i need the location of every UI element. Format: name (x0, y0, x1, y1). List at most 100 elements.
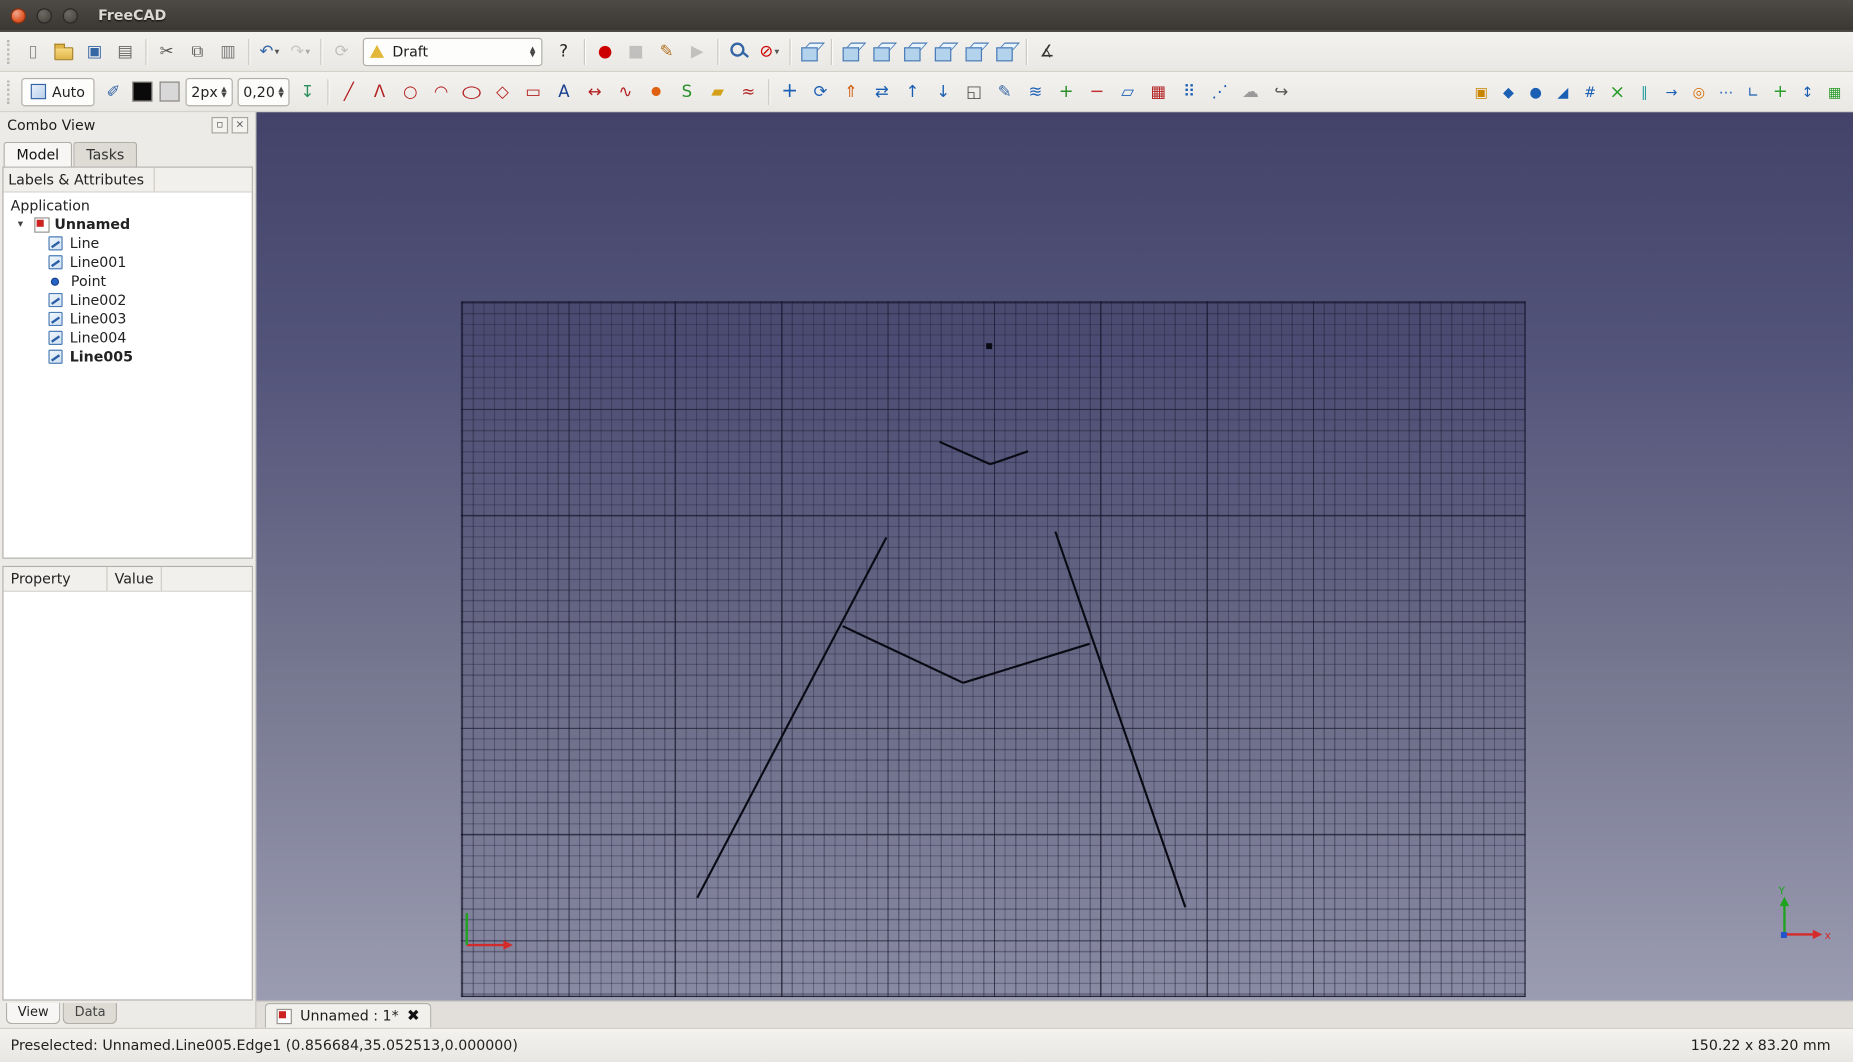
property-column[interactable]: Property (4, 567, 108, 591)
snap-endpoint-icon[interactable]: ◆ (1496, 77, 1521, 105)
print-icon[interactable]: ▤ (111, 37, 139, 65)
snap-special-icon[interactable]: + (1768, 77, 1793, 105)
view-left-icon[interactable] (991, 37, 1019, 65)
snap-angle-icon[interactable]: ◢ (1550, 77, 1575, 105)
draft-circle-icon[interactable]: ○ (396, 77, 424, 105)
text-scale-spinner[interactable]: 0,20 ▲ ▼ (237, 77, 290, 106)
snap-near-icon[interactable]: ⋯ (1714, 77, 1739, 105)
tab-model[interactable]: Model (3, 141, 73, 167)
refresh-icon[interactable]: ⟳ (327, 37, 355, 65)
tree-item-line005[interactable]: Line005 (4, 347, 252, 366)
sketch-line[interactable] (696, 537, 888, 899)
draft-dimension-icon[interactable]: ↔ (580, 77, 608, 105)
draft-array-icon[interactable]: ⠿ (1175, 77, 1203, 105)
toolbar-grip[interactable] (7, 39, 12, 64)
snap-parallel-icon[interactable]: ∥ (1632, 77, 1657, 105)
draft-polyline-icon[interactable]: Λ (365, 77, 393, 105)
draft-scale-icon[interactable]: ◱ (960, 77, 988, 105)
workbench-selector[interactable]: Draft ▲ ▼ (362, 37, 543, 66)
paste-icon[interactable]: ▥ (214, 37, 242, 65)
draft-downgrade-icon[interactable]: ↓ (929, 77, 957, 105)
draft-line-icon[interactable]: ╱ (335, 77, 363, 105)
draft-delete-point-icon[interactable]: − (1083, 77, 1111, 105)
tree-item-line003[interactable]: Line003 (4, 310, 252, 329)
draft-trimex-icon[interactable]: ⇄ (868, 77, 896, 105)
tree-item-line004[interactable]: Line004 (4, 328, 252, 347)
undo-button[interactable]: ↶ ▾ (255, 37, 283, 65)
maximize-button[interactable] (62, 7, 78, 24)
tab-view[interactable]: View (5, 1002, 61, 1025)
draft-mirror-icon[interactable]: ↪ (1267, 77, 1295, 105)
save-document-icon[interactable]: ▣ (80, 37, 108, 65)
snap-intersection-icon[interactable]: × (1605, 77, 1630, 105)
close-button[interactable] (10, 7, 26, 24)
draft-rotate-icon[interactable]: ⟳ (806, 77, 834, 105)
snap-center-icon[interactable]: ◎ (1686, 77, 1711, 105)
snap-lock-icon[interactable]: ▣ (1469, 77, 1494, 105)
snap-midpoint-icon[interactable]: ● (1523, 77, 1548, 105)
draft-path-array-icon[interactable]: ⋰ (1206, 77, 1234, 105)
working-plane-button[interactable]: Auto (21, 77, 95, 106)
new-document-icon[interactable]: ▯ (19, 37, 47, 65)
line-width-spinner[interactable]: 2px ▲ ▼ (185, 77, 233, 106)
macro-edit-icon[interactable]: ✎ (652, 37, 680, 65)
sketch-point[interactable] (986, 343, 993, 350)
cut-icon[interactable]: ✂ (152, 37, 180, 65)
tab-data[interactable]: Data (62, 1002, 118, 1025)
tree-item-line001[interactable]: Line001 (4, 253, 252, 272)
sketch-line[interactable] (939, 440, 991, 466)
close-panel-button[interactable]: × (231, 116, 249, 134)
draft-ellipse-icon[interactable]: ○ (458, 77, 486, 105)
face-color-swatch[interactable] (159, 81, 180, 102)
draft-shape2dview-icon[interactable]: ▱ (1113, 77, 1141, 105)
draft-text-icon[interactable]: A (550, 77, 578, 105)
undock-panel-button[interactable]: ▫ (211, 116, 229, 134)
draft-wire-to-bspline-icon[interactable]: ≋ (1021, 77, 1049, 105)
whats-this-icon[interactable]: ? (550, 37, 578, 65)
macro-play-icon[interactable]: ▶ (683, 37, 711, 65)
snap-ortho-icon[interactable]: ∟ (1741, 77, 1766, 105)
draft-polygon-icon[interactable]: ◇ (488, 77, 516, 105)
document-tab[interactable]: Unnamed : 1* ✖ (264, 1002, 432, 1028)
dropdown-caret-icon[interactable]: ▾ (305, 46, 310, 57)
tree-item-unnamed[interactable]: ▾ Unnamed (4, 215, 252, 234)
draft-arc-icon[interactable]: ◠ (427, 77, 455, 105)
dropdown-caret-icon[interactable]: ▾ (275, 46, 280, 57)
snap-extension-icon[interactable]: → (1659, 77, 1684, 105)
draft-upgrade-icon[interactable]: ↑ (898, 77, 926, 105)
tree-item-application[interactable]: Application (4, 196, 252, 215)
dropdown-caret-icon[interactable]: ▾ (774, 46, 779, 57)
macro-stop-icon[interactable]: ■ (622, 37, 650, 65)
draft-shapestring-icon[interactable]: S (673, 77, 701, 105)
zoom-fit-icon[interactable] (724, 37, 752, 65)
spinner-arrows-icon[interactable]: ▲ ▼ (221, 85, 226, 98)
line-color-swatch[interactable] (132, 81, 153, 102)
draw-style-button[interactable]: ⊘ ▾ (755, 37, 783, 65)
minimize-button[interactable] (36, 7, 52, 24)
view-rear-icon[interactable] (930, 37, 958, 65)
tree-item-line002[interactable]: Line002 (4, 291, 252, 310)
draft-add-point-icon[interactable]: + (1052, 77, 1080, 105)
draft-rectangle-icon[interactable]: ▭ (519, 77, 547, 105)
draft-edit-icon[interactable]: ✎ (991, 77, 1019, 105)
tree-item-line[interactable]: Line (4, 234, 252, 253)
3d-viewport[interactable]: Y x (256, 112, 1853, 1001)
tree-item-point[interactable]: Point (4, 272, 252, 291)
draft-facebinder-icon[interactable]: ▰ (703, 77, 731, 105)
view-bottom-icon[interactable] (961, 37, 989, 65)
apply-style-icon[interactable]: ↧ (293, 77, 321, 105)
view-right-icon[interactable] (899, 37, 927, 65)
view-top-icon[interactable] (869, 37, 897, 65)
spinner-arrows-icon[interactable]: ▲ ▼ (278, 85, 283, 98)
macro-record-icon[interactable]: ● (591, 37, 619, 65)
value-column[interactable]: Value (108, 567, 162, 591)
view-isometric-icon[interactable] (797, 37, 825, 65)
sketch-line[interactable] (962, 642, 1090, 684)
draft-bspline-icon[interactable]: ∿ (611, 77, 639, 105)
draft-point-icon[interactable]: ● (642, 77, 670, 105)
snap-grid-icon[interactable]: # (1578, 77, 1603, 105)
sketch-line[interactable] (842, 625, 964, 684)
draft-bezier-icon[interactable]: ≈ (734, 77, 762, 105)
toolbar-grip[interactable] (7, 79, 12, 104)
copy-icon[interactable]: ⧉ (183, 37, 211, 65)
